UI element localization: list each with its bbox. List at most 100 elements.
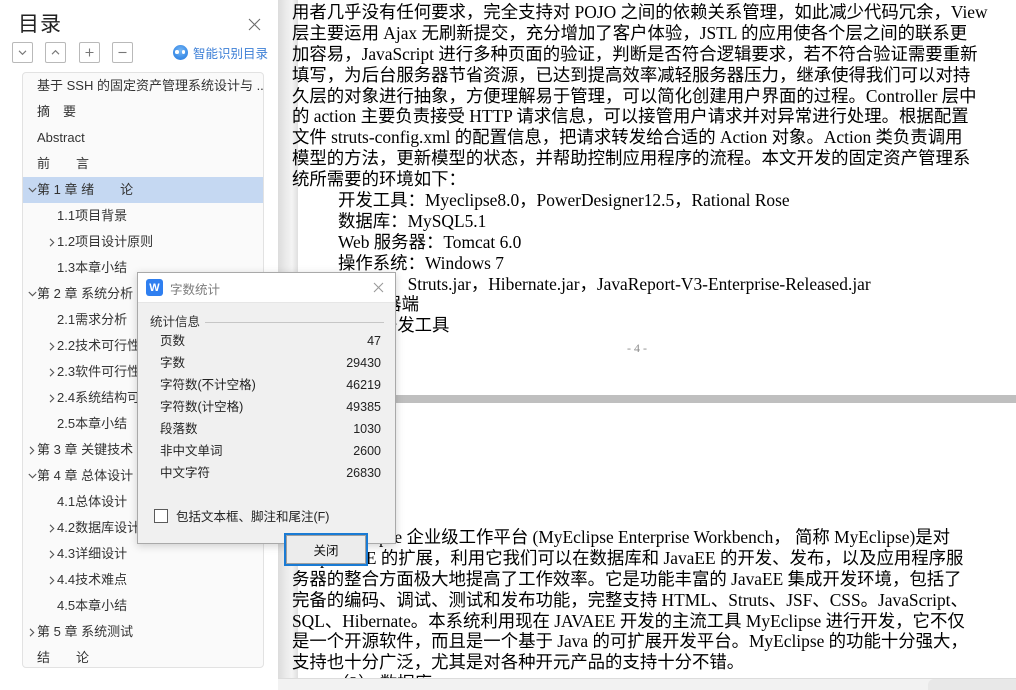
chevron-right-icon[interactable] <box>45 229 59 255</box>
statistic-value: 49385 <box>346 400 381 414</box>
toc-item-label: 第 1 章 绪 论 <box>37 182 134 197</box>
toc-item[interactable]: 前 言 <box>23 151 263 177</box>
doc-line: 层主要运用 Ajax 无刷新提交，充分增加了客户体验，JSTL 的应用使各个层之… <box>292 22 968 43</box>
toc-item-label: 第 5 章 系统测试 <box>37 624 134 639</box>
statistic-value: 26830 <box>346 466 381 480</box>
doc-line: 务器的整合方面极大地提高了工作效率。它是功能丰富的 JavaEE 集成开发环境，… <box>292 568 962 589</box>
smart-toc-label: 智能识别目录 <box>192 47 268 61</box>
toc-item-label: 摘 要 <box>37 104 77 119</box>
document-page-5: MyEclipse 企业级工作平台 (MyEclipse Enterprise … <box>292 403 1016 690</box>
close-button[interactable]: 关闭 <box>284 533 368 566</box>
doc-line: 文件 struts-config.xml 的配置信息，把请求转发给合适的 Act… <box>292 127 963 148</box>
chevron-right-icon[interactable] <box>45 385 59 411</box>
collapse-all-button[interactable] <box>45 42 67 63</box>
doc-line: 的 action 主要负责接受 HTTP 请求信息，可以接管用户请求并对异常进行… <box>292 106 969 127</box>
smart-toc-button[interactable]: 智能识别目录 <box>172 43 268 62</box>
ai-smart-icon <box>172 45 188 60</box>
close-icon[interactable] <box>244 14 264 34</box>
statistic-value: 2600 <box>353 444 381 458</box>
doc-line: 外部包：Struts.jar，Hibernate.jar，JavaReport-… <box>338 273 871 294</box>
toc-item-label: 基于 SSH 的固定资产管理系统设计与 ... <box>37 78 264 93</box>
toc-item-label: 第 2 章 系统分析 <box>37 286 134 301</box>
toc-item[interactable]: 4.3详细设计 <box>23 541 263 567</box>
statistic-row: 字数 29430 <box>138 352 395 374</box>
statistic-row: 页数 47 <box>138 330 395 352</box>
statistic-row: 字符数(计空格) 49385 <box>138 396 395 418</box>
wps-writer-window: 用者几乎没有任何要求，完全支持对 POJO 之间的依赖关系管理，如此减少代码冗余… <box>0 0 1016 690</box>
toc-toolbar: 智能识别目录 <box>12 42 268 66</box>
doc-line: 用者几乎没有任何要求，完全支持对 POJO 之间的依赖关系管理，如此减少代码冗余… <box>292 2 988 22</box>
toc-item[interactable]: 基于 SSH 的固定资产管理系统设计与 ... <box>23 73 263 99</box>
decrease-level-button[interactable] <box>112 42 134 63</box>
statistic-label: 字数 <box>160 356 186 370</box>
chevron-down-icon[interactable] <box>25 281 39 307</box>
doc-line: 1. 服务器端 <box>292 294 988 315</box>
page5-paragraph-myeclipse: MyEclipse 企业级工作平台 (MyEclipse Enterprise … <box>292 527 968 690</box>
toc-item-label: 第 4 章 总体设计 <box>37 468 134 483</box>
include-textbox-checkbox[interactable]: 包括文本框、脚注和尾注(F) <box>154 506 329 525</box>
toc-item[interactable]: 1.1项目背景 <box>23 203 263 229</box>
chevron-right-icon[interactable] <box>45 515 59 541</box>
expand-all-button[interactable] <box>12 42 33 63</box>
toc-item-label: 4.3详细设计 <box>57 546 128 561</box>
dialog-title: 字数统计 <box>170 283 221 297</box>
doc-line: 完备的编码、调试、测试和发布功能，完整支持 HTML、Struts、JSF、CS… <box>292 589 968 610</box>
doc-line: Web 服务器：Tomcat 6.0 <box>338 231 522 252</box>
word-count-dialog[interactable]: W 字数统计 统计信息 页数 47 字数 29430 字符数(不计空格) 46219 字符数… <box>137 272 396 566</box>
toc-item[interactable]: 4.4技术难点 <box>23 567 263 593</box>
statistic-label: 字符数(计空格) <box>160 400 244 414</box>
toc-item-label: 4.2数据库设计 <box>57 520 141 535</box>
close-icon[interactable] <box>370 279 387 296</box>
statistic-value: 46219 <box>346 378 381 392</box>
doc-line: 填写，为后台服务器节省资源，已达到提高效率减轻服务器压力，继承使得我们可以对持 <box>292 64 971 85</box>
doc-line: 是一个开源软件，而且是一个基于 Java 的可扩展开发平台。MyEclipse … <box>292 631 968 652</box>
chevron-down-icon[interactable] <box>25 463 39 489</box>
chevron-down-icon[interactable] <box>25 177 39 203</box>
toc-item[interactable]: 摘 要 <box>23 99 263 125</box>
increase-level-button[interactable] <box>78 42 100 63</box>
toc-item[interactable]: 第 5 章 系统测试 <box>23 619 263 645</box>
statistic-row: 字符数(不计空格) 46219 <box>138 374 395 396</box>
statistic-value: 47 <box>367 334 381 348</box>
doc-line: SQL、Hibernate。本系统利用现在 JAVAEE 开发的主流工具 MyE… <box>292 610 965 631</box>
chevron-right-icon[interactable] <box>25 619 39 645</box>
toc-item-label: 4.4技术难点 <box>57 572 128 587</box>
chevron-right-icon[interactable] <box>45 541 59 567</box>
doc-line: 数据库：MySQL5.1 <box>338 210 487 231</box>
toc-item-label: 2.5本章小结 <box>57 416 128 431</box>
toc-item-label: 结 论 <box>37 650 90 665</box>
toc-item[interactable]: 结 论 <box>23 645 263 667</box>
statistic-label: 非中文单词 <box>160 444 223 458</box>
statistic-value: 29430 <box>346 356 381 370</box>
toc-item-label: 4.5本章小结 <box>57 598 128 613</box>
toc-item-label: 1.1项目背景 <box>57 208 128 223</box>
statistic-label: 字符数(不计空格) <box>160 378 256 392</box>
toc-item-label: 4.1总体设计 <box>57 494 128 509</box>
doc-line: （1） 开发工具 <box>332 315 450 336</box>
checkbox-box[interactable] <box>154 508 168 523</box>
statistics-rows: 页数 47 字数 29430 字符数(不计空格) 46219 字符数(计空格) 49385 段落… <box>138 330 395 484</box>
chevron-right-icon[interactable] <box>25 437 39 463</box>
toc-item-label: 1.3本章小结 <box>57 260 128 275</box>
checkbox-label: 包括文本框、脚注和尾注(F) <box>176 510 330 524</box>
page-break-separator <box>298 395 1016 403</box>
toc-item-label: 2.1需求分析 <box>57 312 128 327</box>
chevron-right-icon[interactable] <box>45 333 59 359</box>
chevron-right-icon[interactable] <box>45 359 59 385</box>
dialog-title-bar[interactable]: W 字数统计 <box>138 273 395 303</box>
status-bar[interactable] <box>278 678 1016 690</box>
toc-item[interactable]: 1.2项目设计原则 <box>23 229 263 255</box>
toc-item[interactable]: Abstract <box>23 125 263 151</box>
statistics-group-label: 统计信息 <box>150 311 206 330</box>
doc-line: 操作系统：Windows 7 <box>338 252 504 273</box>
doc-line: 久层的对象进行抽象，方便理解易于管理，可以简化创建用户界面的过程。Control… <box>292 85 977 106</box>
toc-item[interactable]: 第 1 章 绪 论 <box>23 177 263 203</box>
doc-line: Eclipse IDE 的扩展，利用它我们可以在数据库和 JavaEE 的开发、… <box>292 547 964 568</box>
toc-item-label: Abstract <box>37 130 85 145</box>
sidebar-title: 目录 <box>18 13 62 36</box>
doc-line: 支持也十分广泛，尤其是对各种开元产品的支持十分不错。 <box>292 652 745 673</box>
toc-item[interactable]: 4.5本章小结 <box>23 593 263 619</box>
chevron-right-icon[interactable] <box>45 567 59 593</box>
document-page-4: 用者几乎没有任何要求，完全支持对 POJO 之间的依赖关系管理，如此减少代码冗余… <box>292 0 1016 395</box>
toc-item-label: 前 言 <box>37 156 90 171</box>
